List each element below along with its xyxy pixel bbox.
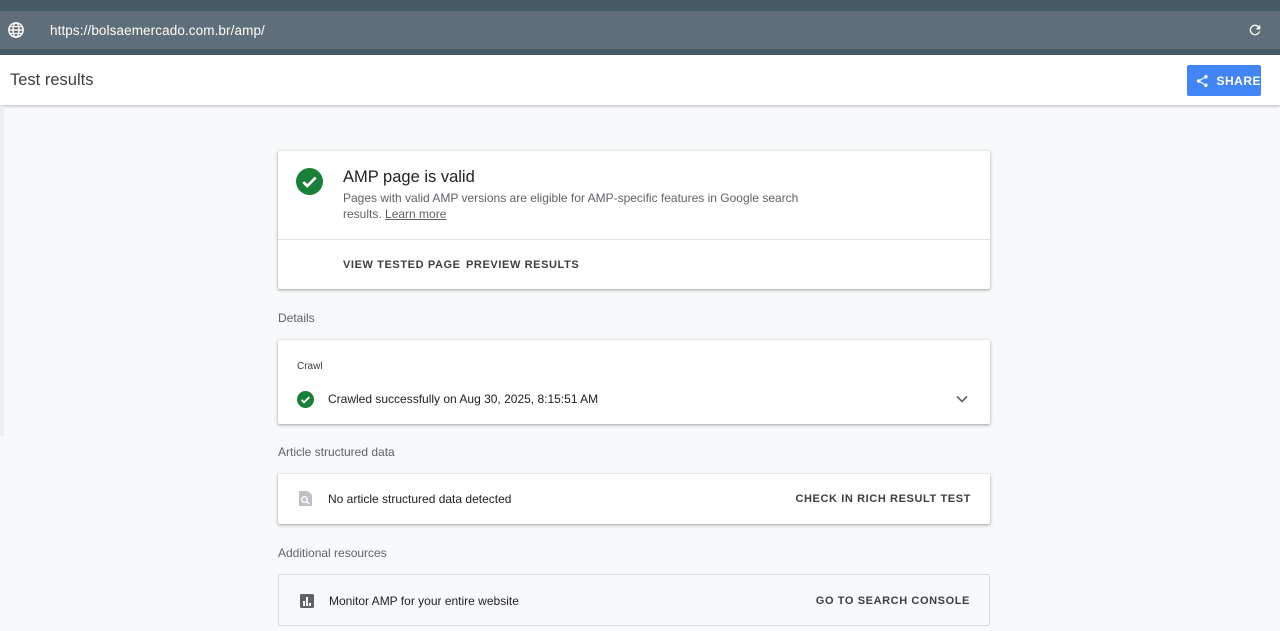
article-status: No article structured data detected <box>328 492 512 506</box>
article-section-label: Article structured data <box>278 445 395 459</box>
page-header: Test results SHARE <box>0 55 1280 105</box>
result-description: Pages with valid AMP versions are eligib… <box>343 190 813 222</box>
go-to-search-console-button[interactable]: GO TO SEARCH CONSOLE <box>816 595 970 607</box>
article-card: No article structured data detected CHEC… <box>278 474 990 524</box>
divider <box>278 239 990 240</box>
share-button[interactable]: SHARE <box>1187 65 1261 96</box>
view-tested-page-button[interactable]: VIEW TESTED PAGE <box>343 259 461 271</box>
crawl-label: Crawl <box>297 361 323 372</box>
chevron-down-icon[interactable] <box>956 394 968 404</box>
reload-icon[interactable] <box>1247 22 1263 38</box>
document-search-icon <box>299 491 312 506</box>
share-label: SHARE <box>1216 73 1261 88</box>
crawl-status: Crawled successfully on Aug 30, 2025, 8:… <box>328 392 599 406</box>
url-text[interactable]: https://bolsaemercado.com.br/amp/ <box>50 23 265 38</box>
page-title: Test results <box>10 70 94 89</box>
browser-url-bar[interactable]: https://bolsaemercado.com.br/amp/ <box>0 11 1280 49</box>
check-circle-icon <box>297 391 314 408</box>
resources-card: Monitor AMP for your entire website GO T… <box>278 574 990 626</box>
resources-section-label: Additional resources <box>278 546 387 560</box>
details-section-label: Details <box>278 311 315 325</box>
left-edge-panel <box>0 106 4 436</box>
browser-top-strip <box>0 0 1280 11</box>
check-circle-icon <box>296 168 323 195</box>
crawl-card[interactable]: Crawl Crawled successfully on Aug 30, 20… <box>278 340 990 424</box>
result-title: AMP page is valid <box>343 168 475 186</box>
bar-chart-icon <box>300 594 314 608</box>
learn-more-link[interactable]: Learn more <box>385 207 446 221</box>
preview-results-button[interactable]: PREVIEW RESULTS <box>466 259 579 271</box>
check-rich-result-test-button[interactable]: CHECK IN RICH RESULT TEST <box>795 493 971 505</box>
resources-item: Monitor AMP for your entire website <box>329 594 519 608</box>
globe-icon <box>8 22 24 38</box>
share-icon <box>1196 74 1208 87</box>
result-card: AMP page is valid Pages with valid AMP v… <box>278 151 990 289</box>
